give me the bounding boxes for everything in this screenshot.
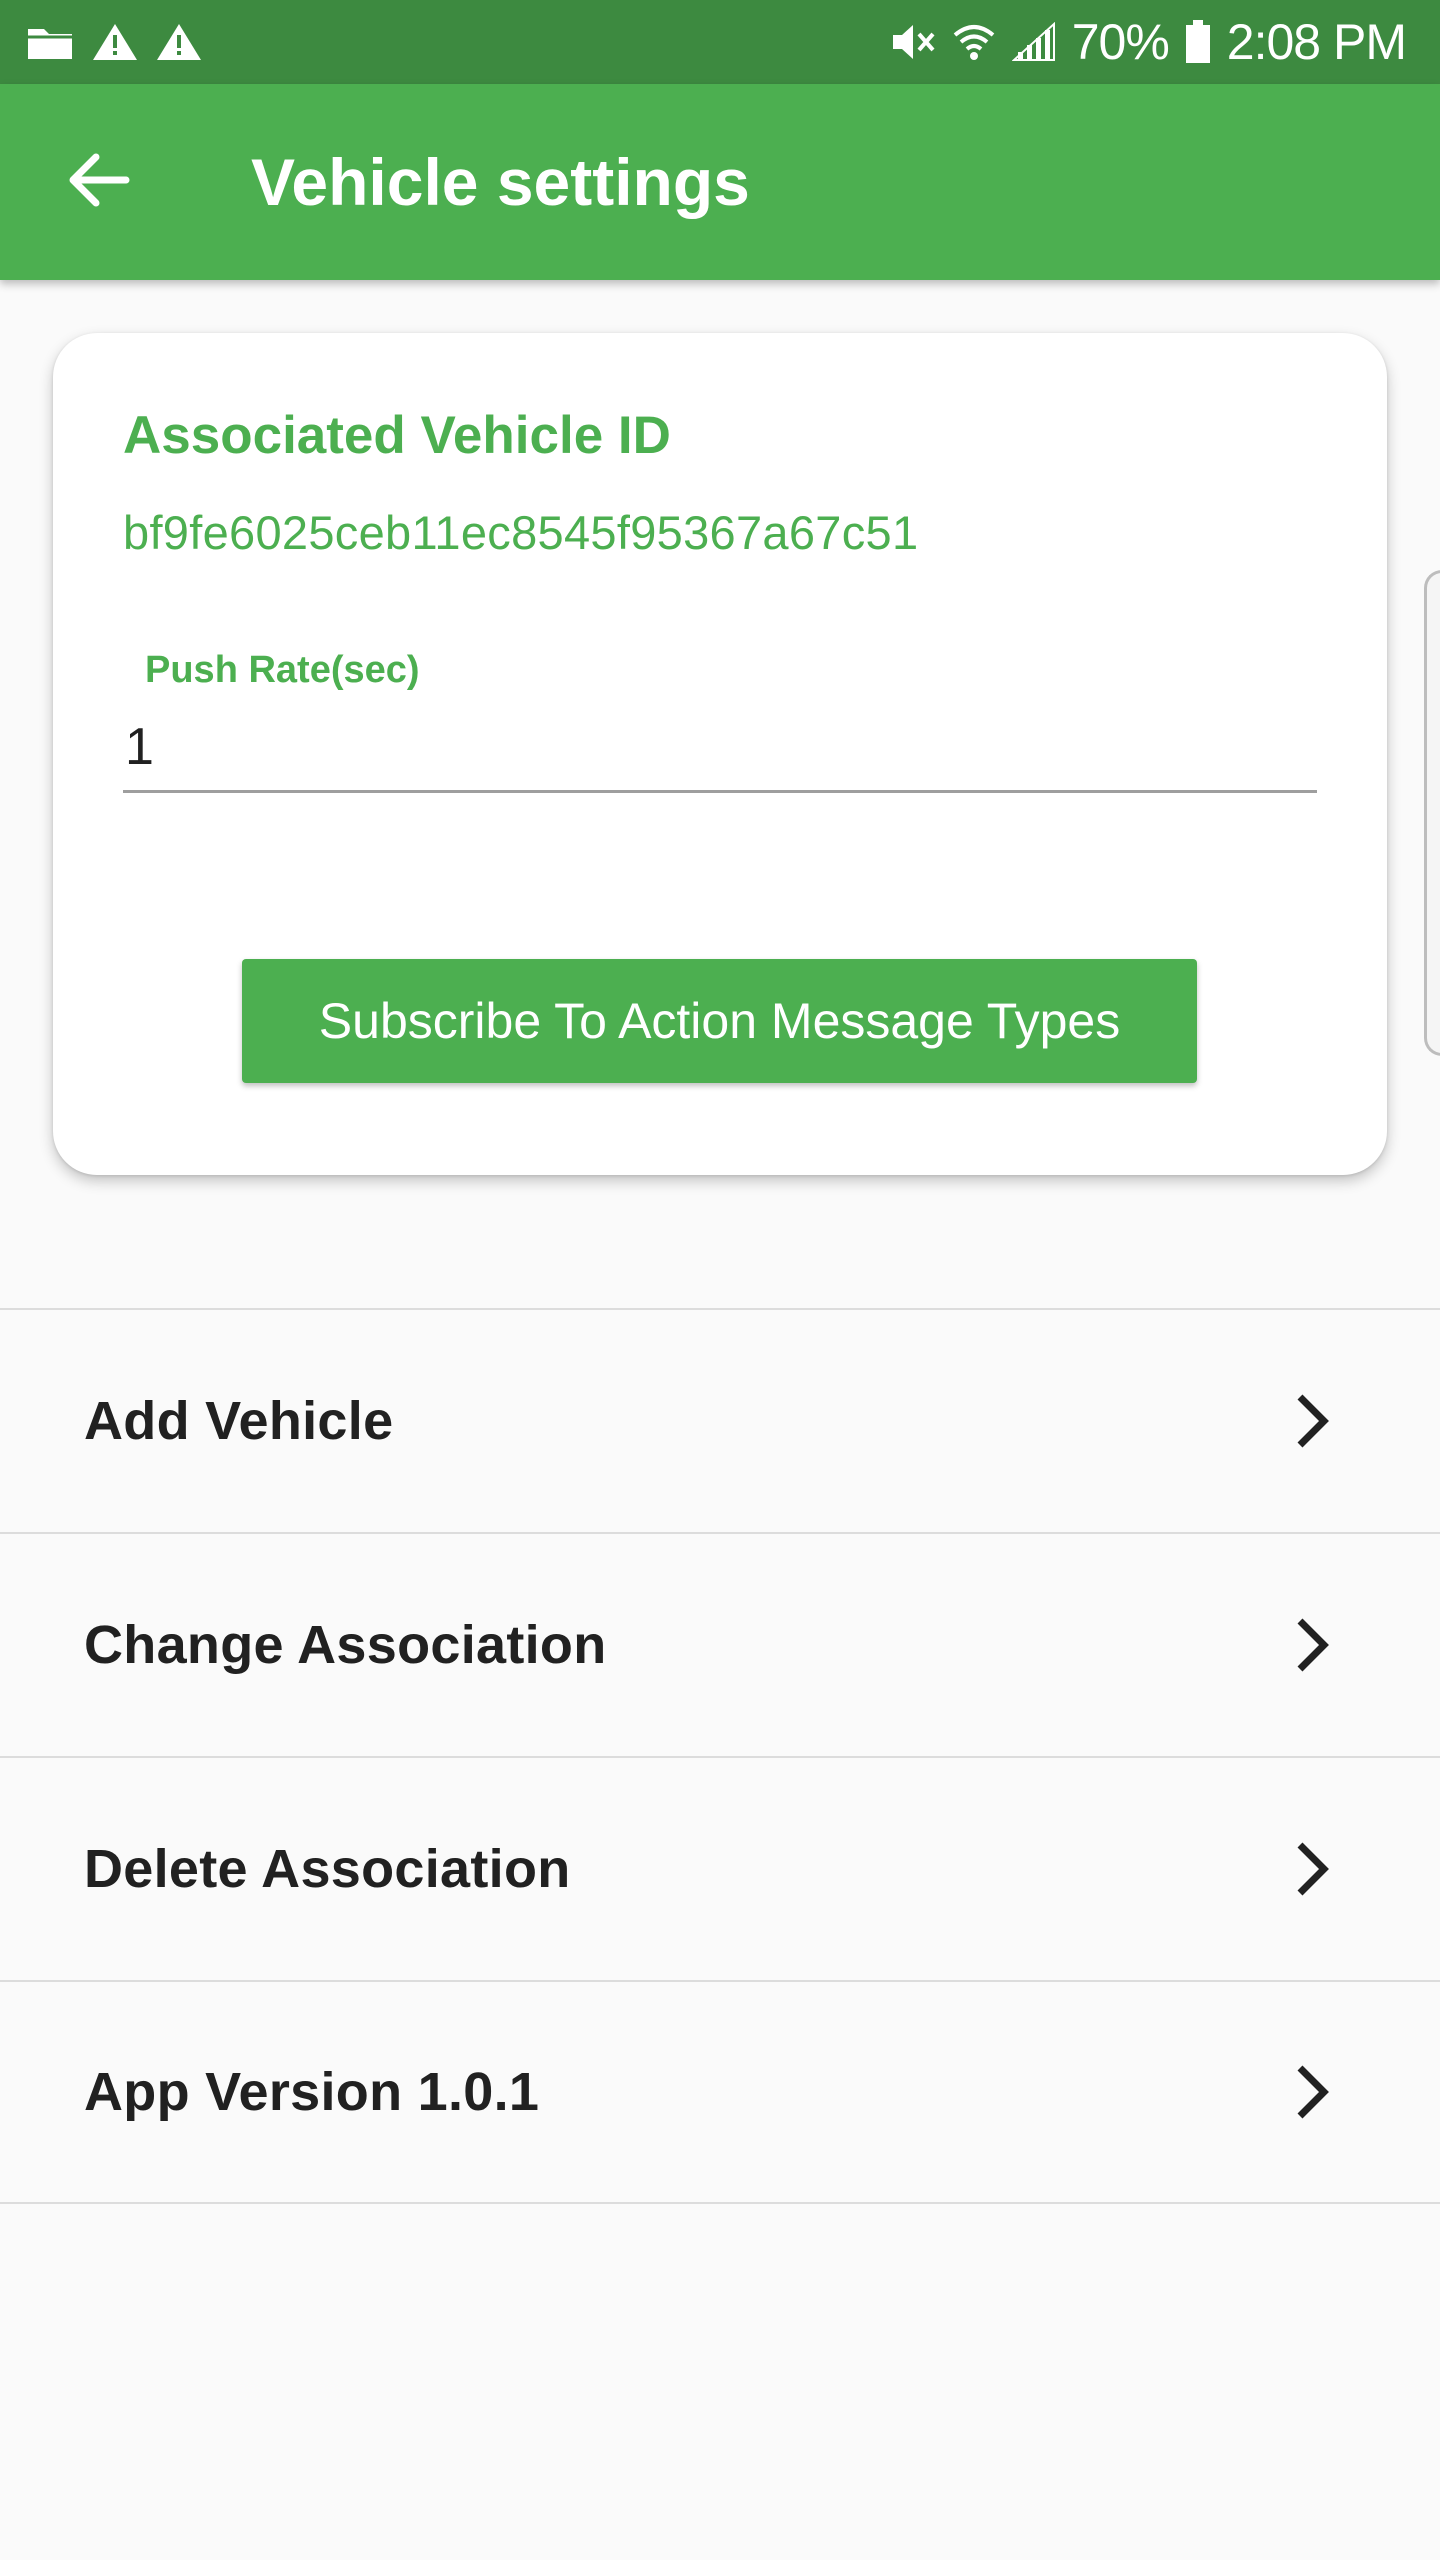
subscribe-button[interactable]: Subscribe To Action Message Types (242, 959, 1197, 1083)
side-drawer-handle[interactable] (1424, 570, 1440, 1056)
battery-icon (1185, 20, 1211, 64)
menu-item-label: App Version 1.0.1 (84, 2062, 540, 2122)
warning-icon (92, 22, 138, 62)
status-bar: 70% 2:08 PM (0, 0, 1440, 84)
folder-icon (26, 23, 74, 61)
app-bar: Vehicle settings (0, 84, 1440, 280)
status-right-icons: 70% 2:08 PM (890, 13, 1407, 71)
signal-icon (1011, 22, 1056, 62)
vehicle-card: Associated Vehicle ID bf9fe6025ceb11ec85… (53, 333, 1387, 1175)
chevron-right-icon (1292, 1617, 1332, 1673)
menu-item-label: Add Vehicle (84, 1391, 394, 1451)
clock: 2:08 PM (1226, 14, 1407, 70)
menu-item-add-vehicle[interactable]: Add Vehicle (0, 1308, 1440, 1532)
status-left-icons (26, 22, 202, 62)
push-rate-label: Push Rate(sec) (145, 649, 420, 691)
menu-item-label: Delete Association (84, 1839, 571, 1899)
chevron-right-icon (1292, 1393, 1332, 1449)
chevron-right-icon (1292, 2064, 1332, 2120)
mute-icon (890, 21, 936, 63)
menu-item-change-association[interactable]: Change Association (0, 1532, 1440, 1756)
push-rate-input[interactable] (123, 713, 1317, 793)
page-title: Vehicle settings (251, 145, 750, 219)
wifi-icon (952, 21, 996, 63)
menu-item-app-version[interactable]: App Version 1.0.1 (0, 1980, 1440, 2204)
chevron-right-icon (1292, 1841, 1332, 1897)
settings-menu: Add Vehicle Change Association Delete As… (0, 1308, 1440, 2204)
associated-vehicle-heading: Associated Vehicle ID (123, 406, 671, 465)
back-button[interactable] (33, 117, 163, 247)
warning-icon (156, 22, 202, 62)
arrow-left-icon (66, 152, 130, 213)
menu-item-delete-association[interactable]: Delete Association (0, 1756, 1440, 1980)
battery-percent: 70% (1071, 14, 1170, 70)
vehicle-id-value: bf9fe6025ceb11ec8545f95367a67c51 (123, 506, 919, 559)
menu-item-label: Change Association (84, 1615, 607, 1675)
